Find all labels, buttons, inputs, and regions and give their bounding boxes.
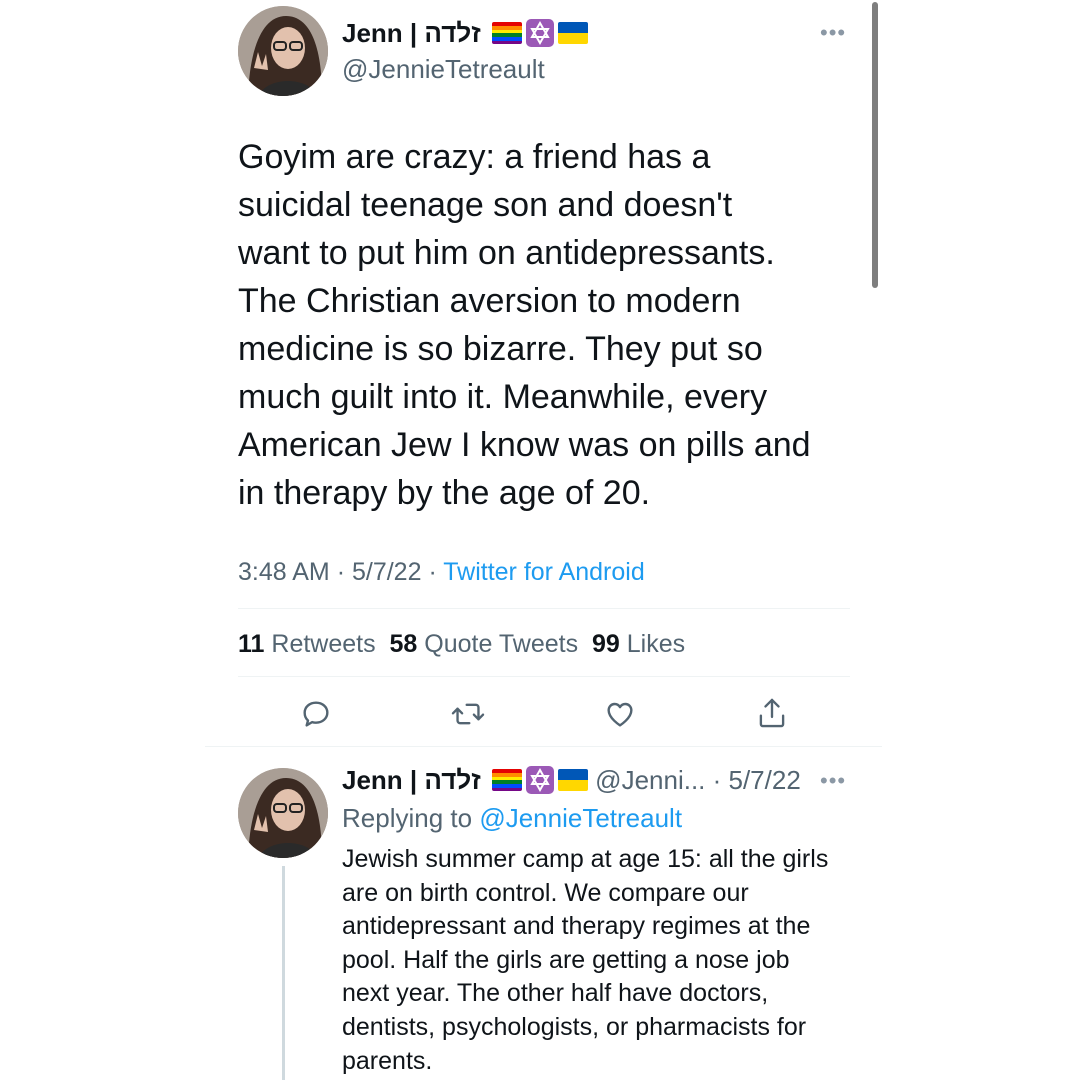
- star-of-david-icon: [525, 19, 554, 47]
- replying-prefix: Replying to: [342, 803, 473, 833]
- ukraine-flag-icon: [557, 22, 588, 44]
- rainbow-flag-icon: [491, 22, 522, 44]
- quote-tweets-count: 58: [389, 630, 418, 658]
- divider: [205, 746, 882, 747]
- divider: [238, 676, 850, 677]
- tweet-stats: 11 Retweets 58 Quote Tweets 99 Likes: [238, 630, 685, 659]
- retweets-label: Retweets: [271, 630, 376, 658]
- replying-to-link[interactable]: @JennieTetreault: [479, 803, 682, 833]
- meta-separator: ·: [336, 558, 346, 586]
- quote-tweets-label: Quote Tweets: [424, 630, 579, 658]
- tweet-meta: 3:48 AM · 5/7/22 · Twitter for Android: [238, 558, 645, 587]
- display-name-text: Jenn | זלדה: [342, 18, 481, 48]
- reply-handle-date[interactable]: @Jenni... · 5/7/22: [595, 765, 801, 795]
- tweet-date[interactable]: 5/7/22: [352, 558, 422, 586]
- quote-tweets-stat[interactable]: 58 Quote Tweets: [390, 630, 579, 658]
- tweet-text: Goyim are crazy: a friend has a suicidal…: [238, 138, 811, 512]
- rainbow-flag-icon: [491, 769, 522, 791]
- reply-header: Jenn | זלדה @Jenni... · 5/7/22: [342, 765, 801, 796]
- display-name[interactable]: Jenn | זלדה: [342, 18, 588, 49]
- handle[interactable]: @JennieTetreault: [342, 54, 545, 85]
- replying-to: Replying to @JennieTetreault: [342, 803, 682, 834]
- retweet-icon[interactable]: [451, 698, 485, 730]
- likes-stat[interactable]: 99 Likes: [592, 630, 685, 658]
- tweet-time[interactable]: 3:48 AM: [238, 558, 330, 586]
- retweets-stat[interactable]: 11 Retweets: [238, 630, 376, 658]
- share-icon[interactable]: [756, 696, 788, 730]
- reply-text: Jewish summer camp at age 15: all the gi…: [342, 845, 829, 1075]
- tweet-source-link[interactable]: Twitter for Android: [443, 558, 644, 586]
- reply-icon[interactable]: [300, 698, 332, 730]
- retweets-count: 11: [238, 630, 265, 658]
- reply-display-name[interactable]: Jenn | זלדה: [342, 765, 481, 795]
- more-horizontal-icon[interactable]: •••: [820, 20, 846, 46]
- scrollbar[interactable]: [872, 2, 878, 288]
- reply-avatar[interactable]: [238, 768, 328, 858]
- likes-count: 99: [591, 630, 620, 658]
- ukraine-flag-icon: [557, 769, 588, 791]
- divider: [238, 608, 850, 609]
- avatar[interactable]: [238, 6, 328, 96]
- like-icon[interactable]: [604, 698, 636, 730]
- star-of-david-icon: [525, 766, 554, 794]
- likes-label: Likes: [626, 630, 686, 658]
- thread-line: [282, 866, 285, 1080]
- reply-more-icon[interactable]: •••: [820, 768, 846, 794]
- meta-separator: ·: [428, 558, 437, 586]
